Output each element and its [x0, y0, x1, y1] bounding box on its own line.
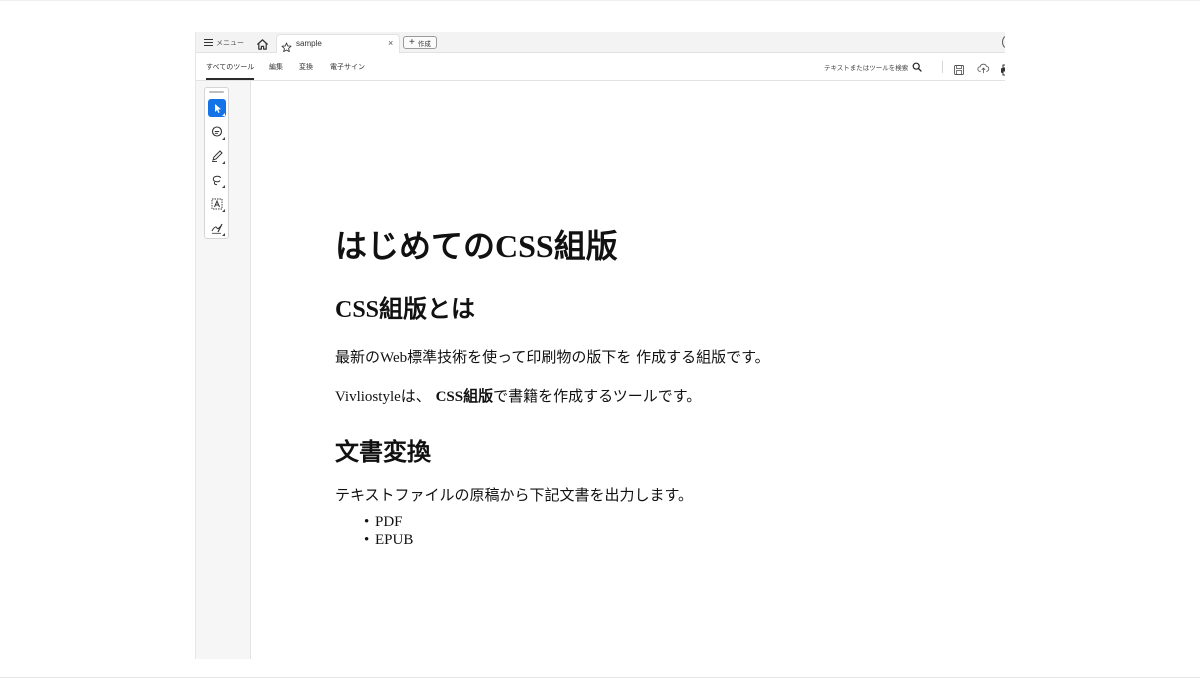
search-icon	[912, 62, 922, 72]
print-icon[interactable]	[1000, 61, 1005, 76]
hamburger-icon	[204, 39, 213, 47]
tab-close-icon[interactable]: ×	[388, 38, 393, 48]
select-tool-button[interactable]	[208, 99, 226, 117]
document-page: はじめてのCSS組版 CSS組版とは 最新のWeb標準技術を使って印刷物の版下を…	[252, 81, 1005, 659]
text-select-tool-button[interactable]	[208, 195, 226, 213]
nav-edit[interactable]: 編集	[269, 62, 283, 72]
plus-icon: +	[409, 36, 415, 48]
quick-tools-palette	[204, 87, 229, 239]
menu-button[interactable]: メニュー	[204, 35, 244, 50]
tab-bar: メニュー sample × + 作成	[196, 32, 1005, 53]
profile-icon[interactable]	[1002, 36, 1005, 48]
star-icon[interactable]	[281, 38, 292, 53]
nav-convert[interactable]: 変換	[299, 62, 313, 72]
draw-tool-button[interactable]	[208, 147, 226, 165]
left-rail	[196, 81, 251, 659]
lasso-tool-button[interactable]	[208, 171, 226, 189]
palette-drag-handle[interactable]	[209, 91, 224, 93]
list-item: • EPUB	[364, 532, 414, 548]
search-placeholder: テキストまたはツールを検索	[824, 64, 909, 72]
cloud-upload-icon[interactable]	[977, 60, 990, 74]
nav-all-tools[interactable]: すべてのツール	[206, 62, 255, 80]
save-icon[interactable]	[953, 61, 965, 75]
create-button-label: 作成	[417, 39, 431, 48]
paragraph-output: テキストファイルの原稿から下記文書を出力します。	[335, 486, 694, 504]
tab-title: sample	[296, 39, 322, 48]
section-heading-conversion: 文書変換	[335, 438, 431, 466]
nav-e-sign[interactable]: 電子サイン	[330, 62, 365, 72]
screen-top-rule	[0, 0, 1200, 1]
comment-tool-button[interactable]	[208, 123, 226, 141]
paragraph-intro: 最新のWeb標準技術を使って印刷物の版下を 作成する組版です。	[335, 348, 770, 366]
create-button[interactable]: + 作成	[403, 36, 437, 49]
section-heading-css-typesetting: CSS組版とは	[335, 295, 476, 323]
acrobat-window: メニュー sample × + 作成 すべてのツール 編集 変換 電子サイン テ…	[195, 32, 1005, 659]
tool-menu-bar: すべてのツール 編集 変換 電子サイン テキストまたはツールを検索	[196, 53, 1005, 81]
toolbar-divider	[942, 61, 943, 73]
screen-bottom-rule	[0, 677, 1200, 678]
output-format-list: • PDF • EPUB	[364, 513, 413, 549]
paragraph-vivliostyle: Vivliostyleは、 CSS組版で書籍を作成するツールです。	[335, 387, 702, 405]
document-title: はじめてのCSS組版	[335, 227, 618, 265]
menu-label: メニュー	[216, 38, 244, 47]
tab-sample[interactable]: sample ×	[276, 34, 400, 53]
home-icon[interactable]	[256, 36, 269, 50]
tool-search[interactable]: テキストまたはツールを検索	[824, 60, 922, 74]
list-item: • PDF	[364, 514, 403, 530]
signature-tool-button[interactable]	[208, 219, 226, 237]
